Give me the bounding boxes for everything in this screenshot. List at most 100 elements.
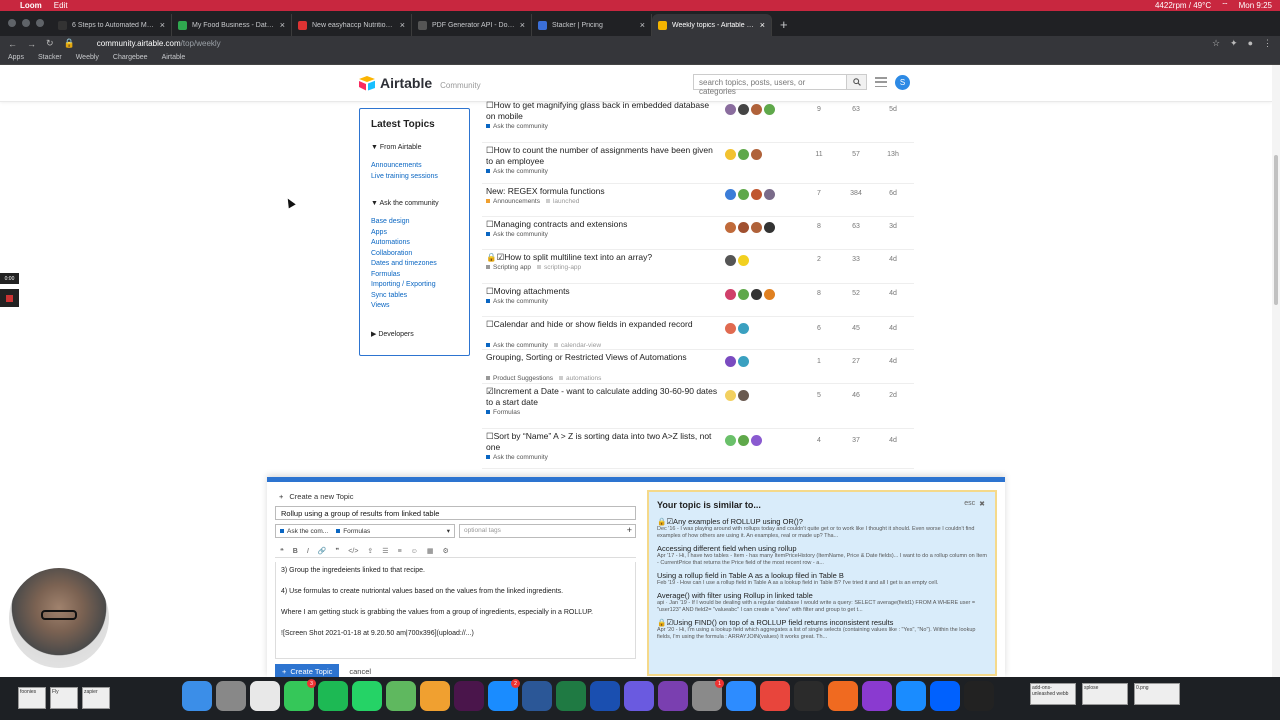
poster-avatar[interactable] — [725, 255, 736, 266]
user-avatar[interactable]: S — [895, 75, 910, 90]
topic-category[interactable]: Product Suggestions automations — [486, 375, 601, 382]
poster-avatar[interactable] — [751, 149, 762, 160]
messages-icon[interactable]: 3 — [284, 679, 316, 711]
sidebar-group-toggle[interactable]: ▼ From Airtable — [371, 144, 458, 151]
topic-title-link[interactable]: New: REGEX formula functions — [486, 186, 720, 197]
menu-dots-icon[interactable]: ⋮ — [1263, 38, 1272, 49]
stop-recording-button[interactable] — [0, 289, 19, 307]
category-badge[interactable]: Announcements — [486, 198, 540, 205]
topic-category[interactable]: Ask the community — [486, 168, 548, 175]
business-icon[interactable] — [658, 681, 688, 711]
close-icon[interactable]: ✖ — [979, 500, 985, 508]
activity-time[interactable]: 5d — [878, 106, 908, 113]
minimize-window-button[interactable] — [22, 19, 30, 27]
bold-icon[interactable]: B — [293, 548, 298, 555]
minimized-window[interactable]: foonies — [18, 687, 46, 709]
topic-tag[interactable]: scripting-app — [536, 264, 581, 271]
browser-tab[interactable]: My Food Business - Databas × — [172, 14, 292, 36]
poster-avatar[interactable] — [738, 323, 749, 334]
search-input[interactable]: search topics, posts, users, or categori… — [694, 75, 846, 96]
new-tab-button[interactable]: + — [772, 17, 796, 36]
topic-category[interactable]: Ask the community calendar-view — [486, 342, 601, 349]
poster-avatar[interactable] — [738, 356, 749, 367]
app-store-icon[interactable]: 2 — [488, 679, 520, 711]
poster-avatar[interactable] — [764, 104, 775, 115]
close-tab-icon[interactable]: × — [160, 20, 165, 30]
bookmark-item[interactable]: Chargebee — [113, 54, 148, 61]
plex-icon[interactable] — [794, 681, 824, 711]
topic-category[interactable]: Ask the community — [486, 231, 548, 238]
sidebar-link[interactable]: Formulas — [371, 270, 458, 281]
topic-row[interactable]: ☐Calendar and hide or show fields in exp… — [482, 317, 914, 350]
poster-avatar[interactable] — [751, 289, 762, 300]
topic-title-link[interactable]: 🔒☑How to split multiline text into an ar… — [486, 252, 720, 263]
sidebar-link[interactable]: Sync tables — [371, 291, 458, 302]
link-icon[interactable]: 🔗 — [318, 547, 327, 555]
photos-icon[interactable] — [420, 681, 450, 711]
menu-edit[interactable]: Edit — [54, 1, 68, 10]
bookmark-item[interactable]: Apps — [8, 54, 24, 61]
similar-topic-title[interactable]: Accessing different field when using rol… — [657, 544, 987, 553]
activity-time[interactable]: 6d — [878, 190, 908, 197]
sidebar-link[interactable]: Live training sessions — [371, 172, 458, 183]
topic-tag[interactable]: calendar-view — [553, 342, 601, 349]
close-tab-icon[interactable]: × — [520, 20, 525, 30]
topic-category[interactable]: Ask the community — [486, 298, 548, 305]
dock-file[interactable]: splose — [1082, 683, 1128, 705]
activity-time[interactable]: 3d — [878, 223, 908, 230]
gear-icon[interactable]: ⚙ — [442, 547, 448, 555]
sidebar-link[interactable]: Collaboration — [371, 249, 458, 260]
poster-avatar[interactable] — [751, 189, 762, 200]
quote-icon[interactable]: ❝ — [280, 547, 284, 555]
upload-icon[interactable]: ⇪ — [367, 547, 373, 555]
poster-avatar[interactable] — [725, 356, 736, 367]
poster-avatar[interactable] — [738, 289, 749, 300]
topic-title-link[interactable]: ☐Moving attachments — [486, 286, 720, 297]
category-badge[interactable]: Ask the community — [486, 123, 548, 130]
numbered-list-icon[interactable]: ≡ — [398, 548, 402, 555]
poster-avatar[interactable] — [738, 222, 749, 233]
minimized-window[interactable]: zapier — [82, 687, 110, 709]
topic-title-link[interactable]: Grouping, Sorting or Restricted Views of… — [486, 352, 720, 363]
activity-time[interactable]: 4d — [878, 290, 908, 297]
tags-input[interactable]: optional tags + — [459, 524, 636, 538]
1password-icon[interactable] — [590, 681, 620, 711]
topic-row[interactable]: ☐Moving attachments Ask the community 8 52 4… — [482, 284, 914, 317]
create-topic-button[interactable]: + Create Topic — [275, 664, 340, 677]
excel-icon[interactable] — [556, 681, 586, 711]
browser-tab[interactable]: Stacker | Pricing × — [532, 14, 652, 36]
wifi-icon[interactable]: ⌔ — [1221, 1, 1229, 11]
category-badge[interactable]: Product Suggestions — [486, 375, 553, 382]
poster-avatar[interactable] — [751, 222, 762, 233]
sidebar-link[interactable]: Importing / Exporting — [371, 280, 458, 291]
spotify-icon[interactable] — [318, 681, 348, 711]
sidebar-link[interactable]: Automations — [371, 238, 458, 249]
similar-topic[interactable]: Average() with filter using Rollup in li… — [657, 591, 987, 614]
activity-icon[interactable] — [964, 681, 994, 711]
poster-avatar[interactable] — [725, 149, 736, 160]
activity-time[interactable]: 4d — [878, 325, 908, 332]
topic-category[interactable]: Ask the community — [486, 454, 548, 461]
webcam-bubble[interactable] — [9, 568, 109, 668]
similar-topic-title[interactable]: 🔒☑Any examples of ROLLUP using OR()? — [657, 517, 987, 526]
minimized-window[interactable]: Fly — [50, 687, 78, 709]
whatsapp-icon[interactable] — [352, 681, 382, 711]
hamburger-menu-icon[interactable] — [875, 77, 887, 87]
poster-avatar[interactable] — [738, 435, 749, 446]
similar-topic-title[interactable]: Average() with filter using Rollup in li… — [657, 591, 987, 600]
topic-title-link[interactable]: ☐Sort by “Name” A > Z is sorting data in… — [486, 431, 720, 453]
menu-app-loom[interactable]: Loom — [20, 1, 42, 10]
blockquote-icon[interactable]: ❞ — [336, 547, 340, 555]
extensions-icon[interactable]: ✦ — [1230, 38, 1238, 49]
settings-icon[interactable]: 1 — [692, 679, 724, 711]
topic-row[interactable]: ☐How to get magnifying glass back in emb… — [482, 98, 914, 143]
ssh-icon[interactable] — [760, 681, 790, 711]
star-icon[interactable]: ☆ — [1212, 38, 1220, 49]
poster-avatar[interactable] — [738, 390, 749, 401]
similar-topic[interactable]: Using a rollup field in Table A as a loo… — [657, 571, 987, 587]
launchpad-icon[interactable] — [216, 681, 246, 711]
sidebar-link[interactable]: Apps — [371, 228, 458, 239]
poster-avatar[interactable] — [725, 222, 736, 233]
maps-icon[interactable] — [386, 681, 416, 711]
category-badge[interactable]: Ask the community — [486, 168, 548, 175]
